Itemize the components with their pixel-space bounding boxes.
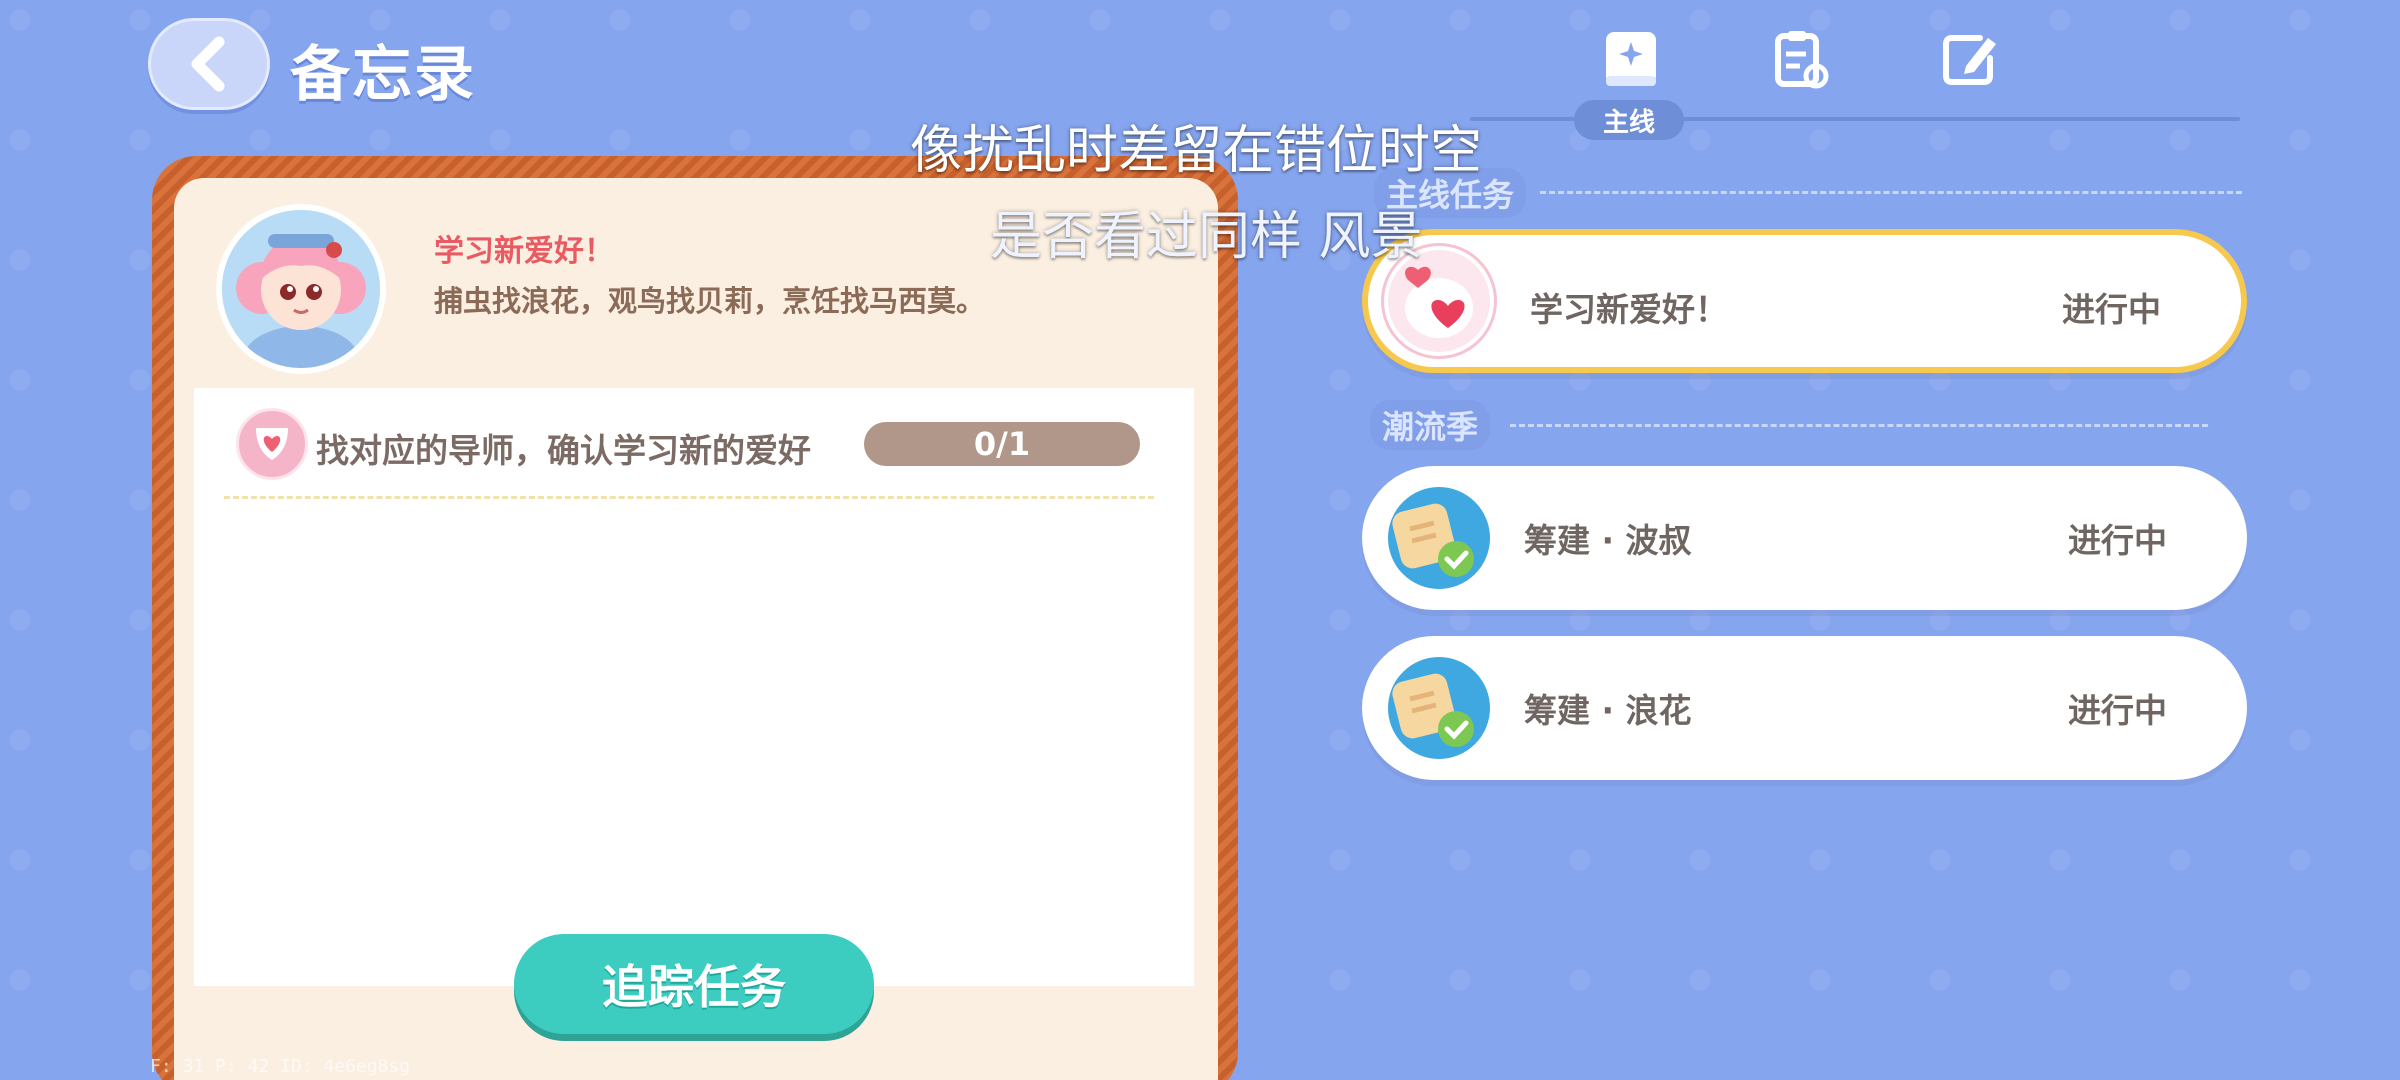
quest-name: 学习新爱好！	[434, 234, 614, 269]
quest-card-icon	[1384, 653, 1494, 763]
task-progress-bar: 0/1	[864, 422, 1140, 466]
quest-card-main-1[interactable]: 学习新爱好！ 进行中	[1362, 229, 2247, 373]
task-heart-badge	[236, 408, 308, 480]
lyric-line-2: 是否看过同样 风景	[990, 207, 1423, 267]
quest-card-icon	[1384, 483, 1494, 593]
quest-card-title: 筹建 · 波叔	[1524, 521, 1692, 560]
lyric-line-1: 像扰乱时差留在错位时空	[910, 121, 1483, 181]
track-quest-button[interactable]: 追踪任务	[514, 934, 874, 1034]
clipboard-refresh-icon	[1775, 31, 1829, 89]
task-list: 找对应的导师，确认学习新的爱好 0/1	[194, 388, 1194, 986]
quest-card-title: 筹建 · 浪花	[1524, 691, 1692, 730]
note-check-icon	[1392, 673, 1474, 747]
section-divider-trend	[1510, 424, 2208, 427]
note-check-icon	[1392, 503, 1474, 577]
tab-main-label: 主线	[1574, 100, 1684, 140]
npc-avatar	[216, 204, 386, 374]
task-progress-text: 0/1	[973, 425, 1031, 463]
task-divider	[224, 496, 1154, 499]
tab-third[interactable]	[1940, 28, 2004, 92]
pen-note-icon	[1943, 35, 1996, 85]
debug-info: F: 31 P: 42 ID: 4e6eg8sg	[150, 1056, 411, 1077]
quest-card-trend-1[interactable]: 筹建 · 波叔 进行中	[1362, 466, 2247, 610]
page-title: 备忘录	[290, 40, 476, 110]
quest-card-trend-2[interactable]: 筹建 · 浪花 进行中	[1362, 636, 2247, 780]
heart-icon	[256, 428, 288, 460]
back-button[interactable]	[148, 18, 270, 110]
quest-card-status: 进行中	[2068, 521, 2167, 560]
tab-second[interactable]	[1770, 28, 1834, 92]
tab-main[interactable]	[1600, 28, 1664, 92]
quest-description: 捕虫找浪花，观鸟找贝莉，烹饪找马西莫。	[434, 284, 986, 318]
star-book-icon	[1606, 32, 1656, 86]
section-label-trend: 潮流季	[1370, 400, 1491, 450]
quest-card-title: 学习新爱好！	[1530, 290, 1728, 329]
section-divider-main	[1540, 191, 2242, 194]
quest-card-status: 进行中	[2062, 290, 2161, 329]
npc-portrait-icon	[222, 210, 380, 368]
quest-card-status: 进行中	[2068, 691, 2167, 730]
task-text: 找对应的导师，确认学习新的爱好	[316, 431, 811, 470]
chevron-left-icon	[191, 36, 225, 92]
